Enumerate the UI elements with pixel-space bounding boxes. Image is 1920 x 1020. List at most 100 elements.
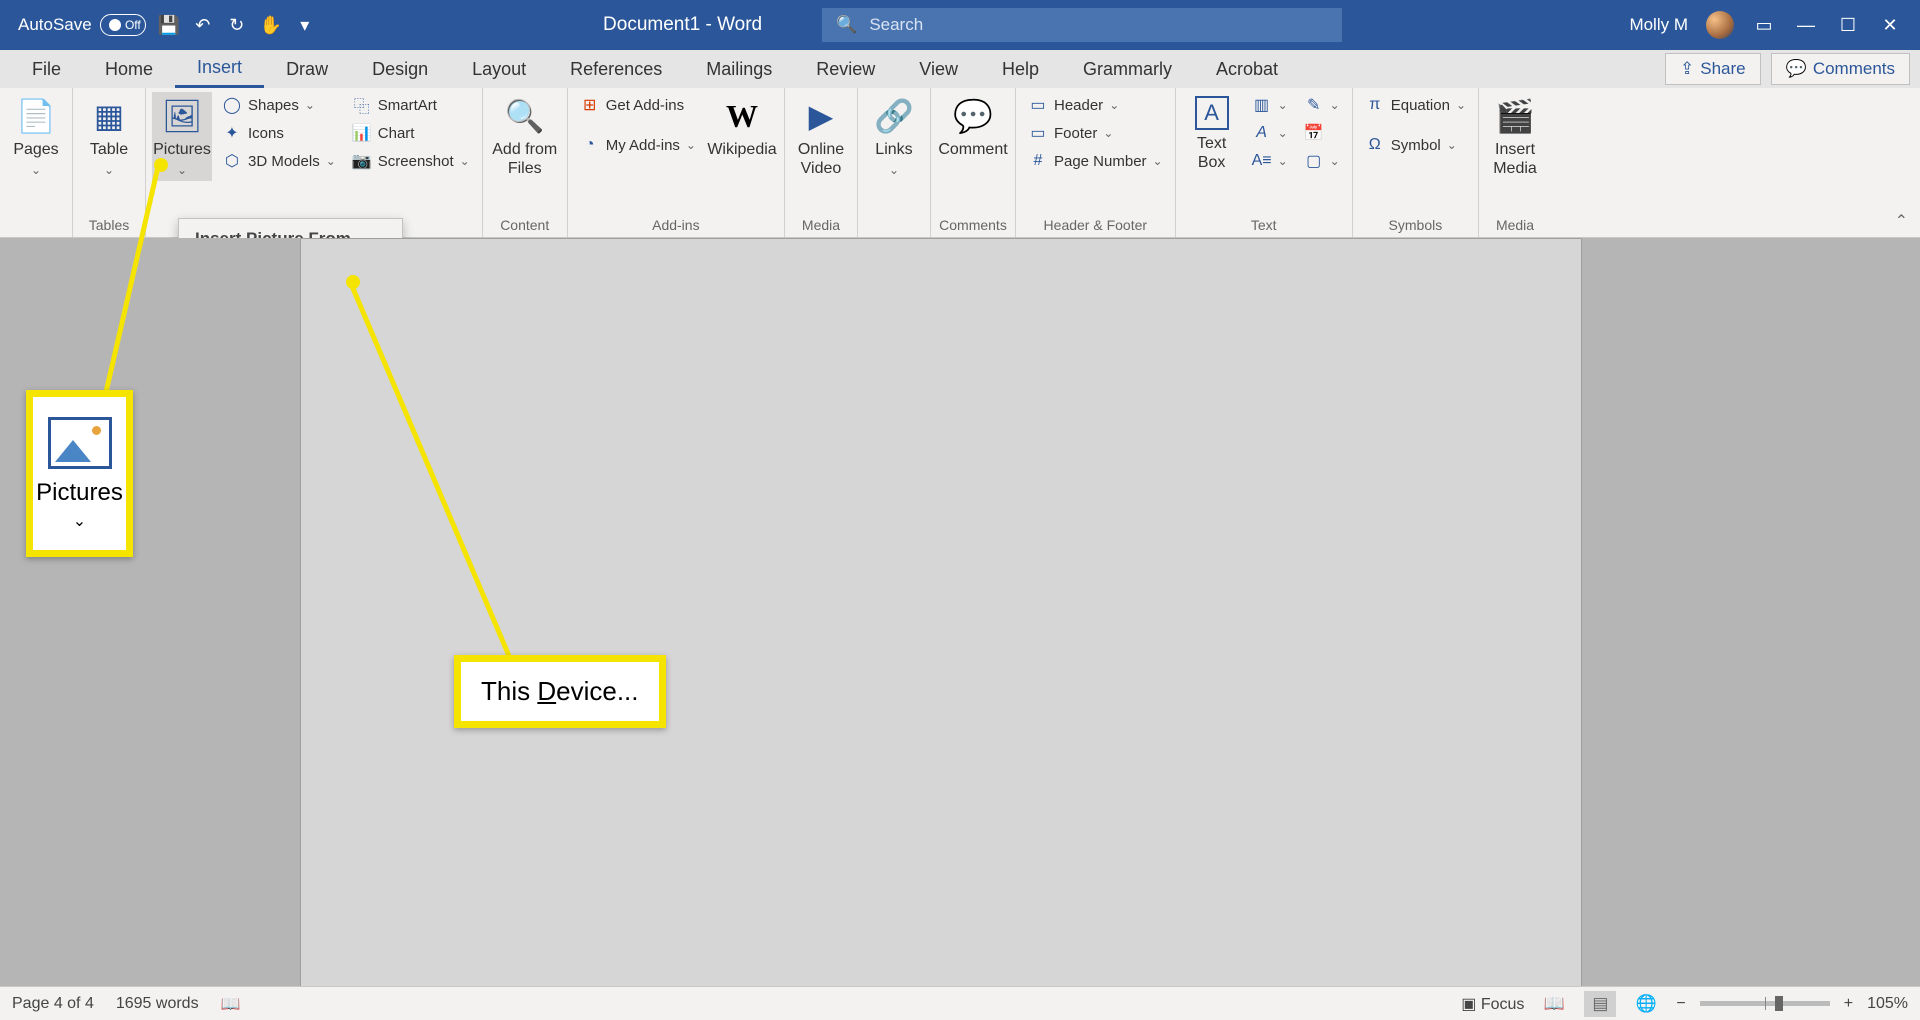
tab-design[interactable]: Design <box>350 52 450 87</box>
table-icon: ▦ <box>89 96 129 136</box>
read-mode-button[interactable]: 📖 <box>1538 991 1570 1017</box>
search-input[interactable]: 🔍 Search <box>822 8 1342 42</box>
chevron-down-icon: ⌄ <box>460 154 470 168</box>
page-number-icon: # <box>1028 151 1048 171</box>
tab-draw[interactable]: Draw <box>264 52 350 87</box>
my-addins-button[interactable]: ◔My Add-ins⌄ <box>574 132 702 158</box>
signature-icon: ✎ <box>1304 95 1324 115</box>
group-content: 🔍 Add from Files Content <box>483 88 568 237</box>
zoom-out-button[interactable]: − <box>1676 995 1685 1013</box>
wikipedia-label: Wikipedia <box>707 140 776 159</box>
comments-label: Comments <box>1813 59 1895 79</box>
object-button[interactable]: ▢⌄ <box>1298 148 1346 174</box>
avatar[interactable] <box>1706 11 1734 39</box>
autosave-toggle[interactable]: AutoSave Off <box>18 14 146 36</box>
group-media-label: Media <box>802 215 840 235</box>
wordart-button[interactable]: A⌄ <box>1246 120 1294 146</box>
touch-mode-icon[interactable]: ✋ <box>260 14 282 36</box>
ribbon-display-icon[interactable]: ▭ <box>1752 13 1776 37</box>
zoom-thumb[interactable] <box>1775 996 1783 1011</box>
print-layout-button[interactable]: ▤ <box>1584 991 1616 1017</box>
pages-label: Pages <box>13 140 58 159</box>
3d-models-button[interactable]: ⬡3D Models⌄ <box>216 148 342 174</box>
tab-layout[interactable]: Layout <box>450 52 548 87</box>
redo-icon[interactable]: ↻ <box>226 14 248 36</box>
shapes-icon: ◯ <box>222 95 242 115</box>
tab-references[interactable]: References <box>548 52 684 87</box>
group-header-footer: ▭Header⌄ ▭Footer⌄ #Page Number⌄ Header &… <box>1016 88 1176 237</box>
group-tables: ▦ Table ⌄ Tables <box>73 88 146 237</box>
ribbon-tabs-right: ⇪ Share 💬 Comments <box>1665 53 1910 85</box>
chevron-down-icon: ⌄ <box>1330 154 1340 168</box>
text-box-button[interactable]: A Text Box <box>1182 92 1242 176</box>
titlebar-right: Molly M ▭ — ☐ ✕ <box>1629 11 1920 39</box>
zoom-slider[interactable] <box>1700 1001 1830 1006</box>
tab-review[interactable]: Review <box>794 52 897 87</box>
minimize-icon[interactable]: — <box>1794 13 1818 37</box>
online-video-label: Online Video <box>793 140 849 178</box>
group-symbols: πEquation⌄ ΩSymbol⌄ Symbols <box>1353 88 1479 237</box>
quick-parts-button[interactable]: ▥⌄ <box>1246 92 1294 118</box>
zoom-level[interactable]: 105% <box>1867 995 1908 1013</box>
maximize-icon[interactable]: ☐ <box>1836 13 1860 37</box>
tab-insert[interactable]: Insert <box>175 50 264 88</box>
equation-icon: π <box>1365 95 1385 115</box>
pages-button[interactable]: 📄 Pages ⌄ <box>6 92 66 181</box>
header-button[interactable]: ▭Header⌄ <box>1022 92 1169 118</box>
online-video-button[interactable]: ▶ Online Video <box>791 92 851 182</box>
drop-cap-button[interactable]: A≡⌄ <box>1246 148 1294 174</box>
qat-dropdown-icon[interactable]: ▾ <box>294 14 316 36</box>
file-search-icon: 🔍 <box>505 96 545 136</box>
new-comment-icon: 💬 <box>953 96 993 136</box>
tab-mailings[interactable]: Mailings <box>684 52 794 87</box>
add-from-files-button[interactable]: 🔍 Add from Files <box>489 92 561 182</box>
proofing-icon[interactable]: 📖 <box>221 994 241 1014</box>
comment-button[interactable]: 💬 Comment <box>937 92 1009 163</box>
equation-button[interactable]: πEquation⌄ <box>1359 92 1472 118</box>
page-info[interactable]: Page 4 of 4 <box>12 995 94 1013</box>
toggle-switch[interactable]: Off <box>100 14 146 36</box>
undo-icon[interactable]: ↶ <box>192 14 214 36</box>
page-number-button[interactable]: #Page Number⌄ <box>1022 148 1169 174</box>
text-box-icon: A <box>1195 96 1229 130</box>
save-icon[interactable]: 💾 <box>158 14 180 36</box>
share-button[interactable]: ⇪ Share <box>1665 53 1761 85</box>
group-content-label: Content <box>500 215 549 235</box>
tab-home[interactable]: Home <box>83 52 175 87</box>
tab-acrobat[interactable]: Acrobat <box>1194 52 1300 87</box>
comment-icon: 💬 <box>1786 59 1807 79</box>
shapes-button[interactable]: ◯Shapes⌄ <box>216 92 342 118</box>
wikipedia-button[interactable]: W Wikipedia <box>706 92 778 163</box>
comments-button[interactable]: 💬 Comments <box>1771 53 1910 85</box>
group-addins: ⊞Get Add-ins ◔My Add-ins⌄ W Wikipedia Ad… <box>568 88 785 237</box>
tab-grammarly[interactable]: Grammarly <box>1061 52 1194 87</box>
icons-button[interactable]: ✦Icons <box>216 120 342 146</box>
word-count[interactable]: 1695 words <box>116 995 199 1013</box>
focus-mode-button[interactable]: ▣ Focus <box>1461 994 1524 1014</box>
insert-media-button[interactable]: 🎬 Insert Media <box>1485 92 1545 182</box>
links-button[interactable]: 🔗 Links ⌄ <box>864 92 924 181</box>
screenshot-button[interactable]: 📷Screenshot⌄ <box>346 148 476 174</box>
web-layout-button[interactable]: 🌐 <box>1630 991 1662 1017</box>
group-insert-media: 🎬 Insert Media Media <box>1479 88 1551 237</box>
addins-col: ⊞Get Add-ins ◔My Add-ins⌄ <box>574 92 702 158</box>
tab-help[interactable]: Help <box>980 52 1061 87</box>
zoom-in-button[interactable]: + <box>1844 995 1853 1013</box>
chevron-down-icon: ⌄ <box>1278 154 1288 168</box>
symbol-button[interactable]: ΩSymbol⌄ <box>1359 132 1472 158</box>
object-icon: ▢ <box>1304 151 1324 171</box>
close-icon[interactable]: ✕ <box>1878 13 1902 37</box>
footer-button[interactable]: ▭Footer⌄ <box>1022 120 1169 146</box>
table-button[interactable]: ▦ Table ⌄ <box>79 92 139 181</box>
screenshot-icon: 📷 <box>352 151 372 171</box>
chevron-down-icon: ⌄ <box>1103 126 1113 140</box>
tab-view[interactable]: View <box>897 52 980 87</box>
signature-button[interactable]: ✎⌄ <box>1298 92 1346 118</box>
date-time-button[interactable]: 📅 <box>1298 120 1346 146</box>
get-addins-button[interactable]: ⊞Get Add-ins <box>574 92 702 118</box>
chart-button[interactable]: 📊Chart <box>346 120 476 146</box>
tab-file[interactable]: File <box>10 52 83 87</box>
collapse-ribbon-button[interactable]: ⌃ <box>1895 211 1908 231</box>
smartart-button[interactable]: ⿻SmartArt <box>346 92 476 118</box>
chevron-down-icon: ⌄ <box>31 163 41 177</box>
